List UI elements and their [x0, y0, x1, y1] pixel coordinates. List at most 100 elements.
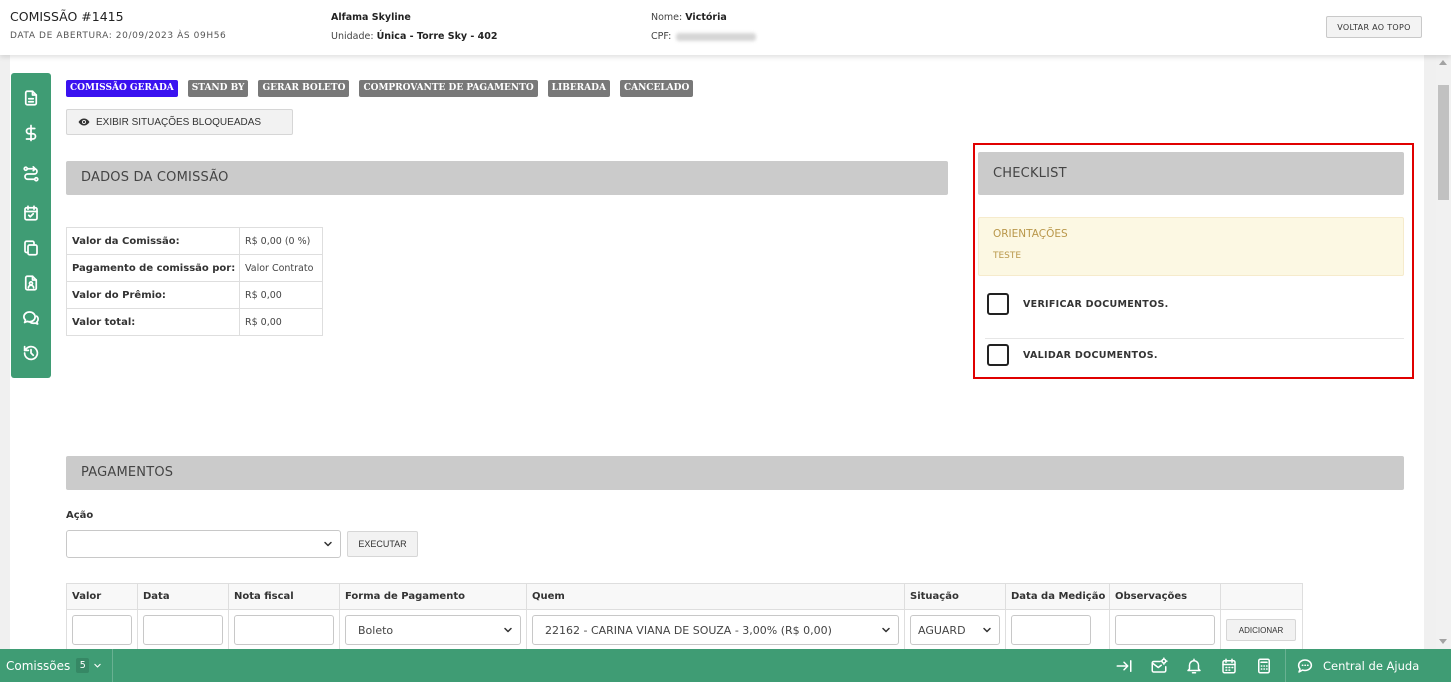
- status-select[interactable]: AGUARD: [910, 615, 1000, 645]
- chat-icon[interactable]: [22, 309, 40, 327]
- payee-field[interactable]: 22162 - CARINA VIANA DE SOUZA - 3,00% (R…: [532, 615, 899, 645]
- checklist-item-label: VERIFICAR DOCUMENTOS.: [1023, 298, 1169, 310]
- project-name-text: Alfama Skyline: [331, 12, 411, 23]
- payment-method-select[interactable]: Boleto: [345, 615, 521, 645]
- commissions-count-badge: 5: [76, 658, 90, 673]
- bottom-bar: Comissões 5 Central de Ajuda: [0, 649, 1451, 682]
- table-header-row: Valor Data Nota fiscal Forma de Pagament…: [66, 583, 1303, 610]
- cell-data-medicao: [1005, 609, 1110, 651]
- column-header-valor: Valor: [66, 583, 138, 610]
- client-cpf: CPF:: [651, 31, 757, 42]
- calendar-icon[interactable]: [1211, 649, 1246, 682]
- status-tab-gerar-boleto[interactable]: GERAR BOLETO: [258, 80, 350, 97]
- document-icon[interactable]: [22, 89, 40, 107]
- table-row: Boleto 22162 - CARINA VIANA DE SOUZA - 3…: [66, 609, 1303, 651]
- unit-info: Unidade: Única - Torre Sky - 402: [331, 31, 498, 42]
- status-tab-comissao-gerada[interactable]: COMISSÃO GERADA: [66, 80, 178, 97]
- measurement-date-input[interactable]: [1011, 615, 1091, 645]
- project-name: Alfama Skyline: [331, 12, 411, 23]
- calculator-icon[interactable]: [1246, 649, 1281, 682]
- arrow-right-to-bar-icon[interactable]: [1106, 649, 1141, 682]
- cpf-label: CPF:: [651, 31, 672, 42]
- show-blocked-label: EXIBIR SITUAÇÕES BLOQUEADAS: [96, 116, 262, 128]
- data-input[interactable]: [143, 615, 223, 645]
- status-tab-comprovante[interactable]: COMPROVANTE DE PAGAMENTO: [359, 80, 538, 97]
- eye-icon: [78, 116, 90, 128]
- column-header-forma: Forma de Pagamento: [339, 583, 527, 610]
- show-blocked-button[interactable]: EXIBIR SITUAÇÕES BLOQUEADAS: [66, 109, 293, 135]
- commissions-label: Comissões: [6, 658, 71, 673]
- row-label: Pagamento de comissão por:: [66, 254, 240, 282]
- help-center-label: Central de Ajuda: [1323, 658, 1420, 673]
- column-header-data-medicao: Data da Medição: [1005, 583, 1110, 610]
- observations-input[interactable]: [1115, 615, 1215, 645]
- payment-method-field[interactable]: Boleto: [345, 615, 521, 645]
- column-header-actions: [1220, 583, 1303, 610]
- checklist-item-validar[interactable]: VALIDAR DOCUMENTOS.: [987, 344, 1158, 366]
- mail-settings-icon[interactable]: [1141, 649, 1176, 682]
- cell-forma: Boleto: [339, 609, 527, 651]
- checklist-header: CHECKLIST: [978, 152, 1404, 195]
- client-name: Nome: Victória: [651, 12, 727, 23]
- action-select-field[interactable]: [66, 530, 341, 558]
- opening-date: DATA DE ABERTURA: 20/09/2023 ÀS 09H56: [10, 31, 227, 41]
- table-row: Valor da Comissão: R$ 0,00 (0 %): [66, 227, 323, 255]
- checkbox[interactable]: [987, 344, 1009, 366]
- scroll-thumb[interactable]: [1438, 85, 1449, 200]
- help-center-button[interactable]: Central de Ajuda: [1285, 649, 1451, 682]
- checklist-item-verificar[interactable]: VERIFICAR DOCUMENTOS.: [987, 293, 1169, 315]
- orientation-text: TESTE: [993, 251, 1022, 261]
- page-title: COMISSÃO #1415: [10, 9, 124, 24]
- execute-button[interactable]: EXECUTAR: [347, 531, 418, 557]
- table-row: Valor total: R$ 0,00: [66, 308, 323, 336]
- column-header-observacoes: Observações: [1109, 583, 1221, 610]
- cell-situacao: AGUARD: [904, 609, 1006, 651]
- calendar-check-icon[interactable]: [22, 204, 40, 222]
- bell-icon[interactable]: [1176, 649, 1211, 682]
- status-tab-stand-by[interactable]: STAND BY: [187, 80, 249, 97]
- status-tab-cancelado[interactable]: CANCELADO: [619, 80, 694, 97]
- content-card: [10, 55, 1424, 649]
- divider: [985, 338, 1404, 339]
- payee-select[interactable]: 22162 - CARINA VIANA DE SOUZA - 3,00% (R…: [532, 615, 899, 645]
- action-select[interactable]: [66, 530, 341, 558]
- valor-input[interactable]: [72, 615, 132, 645]
- commissions-menu[interactable]: Comissões 5: [0, 649, 113, 682]
- back-to-top-button[interactable]: VOLTAR AO TOPO: [1326, 16, 1422, 38]
- column-header-nota-fiscal: Nota fiscal: [228, 583, 340, 610]
- status-tab-liberada[interactable]: LIBERADA: [547, 80, 610, 97]
- row-value: Valor Contrato: [239, 254, 323, 282]
- cell-quem: 22162 - CARINA VIANA DE SOUZA - 3,00% (R…: [526, 609, 905, 651]
- action-label: Ação: [66, 510, 94, 521]
- checklist-item-label: VALIDAR DOCUMENTOS.: [1023, 349, 1158, 361]
- name-label: Nome:: [651, 12, 683, 23]
- checkbox[interactable]: [987, 293, 1009, 315]
- cell-data: [137, 609, 229, 651]
- scroll-up-arrow[interactable]: [1439, 60, 1447, 65]
- cell-actions: ADICIONAR: [1220, 609, 1303, 651]
- copy-icon[interactable]: [22, 239, 40, 257]
- contact-file-icon[interactable]: [22, 274, 40, 292]
- route-icon[interactable]: [22, 165, 40, 183]
- page-header: COMISSÃO #1415 DATA DE ABERTURA: 20/09/2…: [0, 0, 1451, 55]
- cpf-redacted: [676, 32, 757, 41]
- vertical-scrollbar[interactable]: [1436, 55, 1451, 649]
- nota-fiscal-input[interactable]: [234, 615, 334, 645]
- history-icon[interactable]: [22, 344, 40, 362]
- scroll-down-arrow[interactable]: [1439, 639, 1447, 644]
- row-value: R$ 0,00: [239, 281, 323, 309]
- payments-table: Valor Data Nota fiscal Forma de Pagament…: [66, 583, 1303, 651]
- chevron-down-icon: [93, 661, 102, 670]
- row-value: R$ 0,00 (0 %): [239, 227, 323, 255]
- column-header-quem: Quem: [526, 583, 905, 610]
- cell-nota-fiscal: [228, 609, 340, 651]
- column-header-situacao: Situação: [904, 583, 1006, 610]
- unit-value: Única - Torre Sky - 402: [376, 31, 498, 42]
- row-label: Valor da Comissão:: [66, 227, 240, 255]
- status-tabs: COMISSÃO GERADA STAND BY GERAR BOLETO CO…: [66, 80, 694, 97]
- dollar-icon[interactable]: [22, 124, 40, 142]
- orientation-box: ORIENTAÇÕES TESTE: [978, 217, 1404, 276]
- add-payment-button[interactable]: ADICIONAR: [1226, 619, 1296, 641]
- status-field[interactable]: AGUARD: [910, 615, 1000, 645]
- row-value: R$ 0,00: [239, 308, 323, 336]
